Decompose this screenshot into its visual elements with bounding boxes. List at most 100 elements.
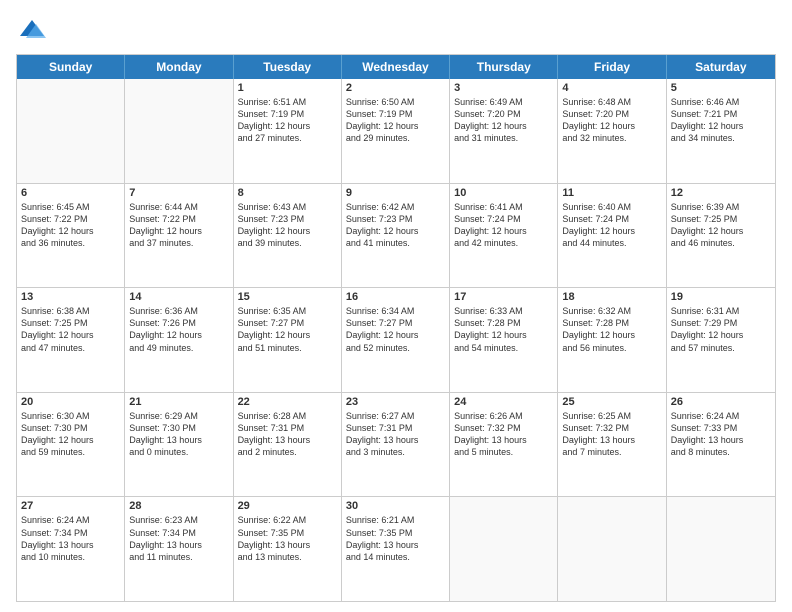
calendar-cell: 25Sunrise: 6:25 AMSunset: 7:32 PMDayligh…	[558, 393, 666, 497]
cell-text-line: Daylight: 13 hours	[238, 434, 337, 446]
cell-text-line: Sunrise: 6:42 AM	[346, 201, 445, 213]
calendar-cell	[558, 497, 666, 601]
cell-text-line: Daylight: 12 hours	[21, 329, 120, 341]
page: SundayMondayTuesdayWednesdayThursdayFrid…	[0, 0, 792, 612]
calendar-cell: 16Sunrise: 6:34 AMSunset: 7:27 PMDayligh…	[342, 288, 450, 392]
cell-text-line: Sunrise: 6:50 AM	[346, 96, 445, 108]
cell-text-line: Sunrise: 6:45 AM	[21, 201, 120, 213]
cell-text-line: Sunset: 7:34 PM	[21, 527, 120, 539]
calendar-cell: 24 Sunrise: 6:26 AMSunset: 7:32 PMDayligh…	[450, 393, 558, 497]
day-number: 7	[129, 187, 228, 199]
cell-text-line: and 8 minutes.	[671, 446, 771, 458]
cell-text-line: Sunrise: 6:22 AM	[238, 514, 337, 526]
day-number: 10	[454, 187, 553, 199]
cell-text-line: Daylight: 13 hours	[21, 539, 120, 551]
calendar-cell: 8Sunrise: 6:43 AMSunset: 7:23 PMDaylight…	[234, 184, 342, 288]
day-number: 20	[21, 396, 120, 408]
day-number: 14	[129, 291, 228, 303]
cell-text-line: Sunset: 7:20 PM	[454, 108, 553, 120]
cell-text-line: Sunrise: 6:39 AM	[671, 201, 771, 213]
cell-text-line: Sunset: 7:23 PM	[238, 213, 337, 225]
cell-text-line: Sunrise: 6:26 AM	[454, 410, 553, 422]
cell-text-line: Daylight: 13 hours	[454, 434, 553, 446]
calendar-cell: 3Sunrise: 6:49 AMSunset: 7:20 PMDaylight…	[450, 79, 558, 183]
logo	[16, 16, 46, 44]
cell-text-line: Sunset: 7:23 PM	[346, 213, 445, 225]
day-number: 24	[454, 396, 553, 408]
cell-text-line: Sunrise: 6:34 AM	[346, 305, 445, 317]
cell-text-line: Sunset: 7:34 PM	[129, 527, 228, 539]
cell-text-line: Sunset: 7:19 PM	[238, 108, 337, 120]
cell-text-line: Sunset: 7:28 PM	[562, 317, 661, 329]
cell-text-line: Sunset: 7:35 PM	[238, 527, 337, 539]
cell-text-line: and 0 minutes.	[129, 446, 228, 458]
day-number: 4	[562, 82, 661, 94]
cell-text-line: Daylight: 13 hours	[346, 539, 445, 551]
calendar-cell: 12Sunrise: 6:39 AMSunset: 7:25 PMDayligh…	[667, 184, 775, 288]
cell-text-line: Daylight: 12 hours	[562, 329, 661, 341]
cell-text-line: Sunset: 7:29 PM	[671, 317, 771, 329]
cell-text-line: Sunset: 7:30 PM	[21, 422, 120, 434]
cell-text-line: and 46 minutes.	[671, 237, 771, 249]
calendar-header-monday: Monday	[125, 55, 233, 79]
calendar-cell: 20Sunrise: 6:30 AMSunset: 7:30 PMDayligh…	[17, 393, 125, 497]
calendar-cell: 29Sunrise: 6:22 AMSunset: 7:35 PMDayligh…	[234, 497, 342, 601]
cell-text-line: and 42 minutes.	[454, 237, 553, 249]
day-number: 15	[238, 291, 337, 303]
day-number: 28	[129, 500, 228, 512]
cell-text-line: Sunrise: 6:27 AM	[346, 410, 445, 422]
calendar-cell: 9Sunrise: 6:42 AMSunset: 7:23 PMDaylight…	[342, 184, 450, 288]
cell-text-line: Daylight: 12 hours	[454, 329, 553, 341]
cell-text-line: Daylight: 13 hours	[346, 434, 445, 446]
day-number: 27	[21, 500, 120, 512]
cell-text-line: Sunrise: 6:46 AM	[671, 96, 771, 108]
header	[16, 16, 776, 44]
calendar-row-2: 13Sunrise: 6:38 AMSunset: 7:25 PMDayligh…	[17, 288, 775, 393]
day-number: 16	[346, 291, 445, 303]
day-number: 11	[562, 187, 661, 199]
cell-text-line: and 52 minutes.	[346, 342, 445, 354]
calendar-row-4: 27Sunrise: 6:24 AMSunset: 7:34 PMDayligh…	[17, 497, 775, 601]
day-number: 5	[671, 82, 771, 94]
cell-text-line: Sunset: 7:24 PM	[454, 213, 553, 225]
cell-text-line: and 51 minutes.	[238, 342, 337, 354]
day-number: 1	[238, 82, 337, 94]
cell-text-line: and 39 minutes.	[238, 237, 337, 249]
cell-text-line: and 34 minutes.	[671, 132, 771, 144]
cell-text-line: Sunset: 7:28 PM	[454, 317, 553, 329]
calendar-row-1: 6Sunrise: 6:45 AMSunset: 7:22 PMDaylight…	[17, 184, 775, 289]
calendar-cell: 18Sunrise: 6:32 AMSunset: 7:28 PMDayligh…	[558, 288, 666, 392]
calendar-cell: 23Sunrise: 6:27 AMSunset: 7:31 PMDayligh…	[342, 393, 450, 497]
cell-text-line: Daylight: 12 hours	[671, 225, 771, 237]
calendar-cell: 7Sunrise: 6:44 AMSunset: 7:22 PMDaylight…	[125, 184, 233, 288]
cell-text-line: Sunrise: 6:35 AM	[238, 305, 337, 317]
cell-text-line: Daylight: 12 hours	[129, 225, 228, 237]
cell-text-line: Sunrise: 6:24 AM	[671, 410, 771, 422]
day-number: 18	[562, 291, 661, 303]
cell-text-line: Sunset: 7:30 PM	[129, 422, 228, 434]
cell-text-line: Sunset: 7:32 PM	[454, 422, 553, 434]
cell-text-line: Daylight: 12 hours	[238, 120, 337, 132]
cell-text-line: and 2 minutes.	[238, 446, 337, 458]
cell-text-line: Sunrise: 6:44 AM	[129, 201, 228, 213]
cell-text-line: Sunset: 7:26 PM	[129, 317, 228, 329]
day-number: 13	[21, 291, 120, 303]
cell-text-line: Sunrise: 6:43 AM	[238, 201, 337, 213]
cell-text-line: Sunset: 7:21 PM	[671, 108, 771, 120]
cell-text-line: and 54 minutes.	[454, 342, 553, 354]
calendar-body: 1Sunrise: 6:51 AMSunset: 7:19 PMDaylight…	[17, 79, 775, 601]
cell-text-line: Daylight: 12 hours	[454, 120, 553, 132]
cell-text-line: Sunrise: 6:25 AM	[562, 410, 661, 422]
cell-text-line: Sunrise: 6:21 AM	[346, 514, 445, 526]
cell-text-line: Sunset: 7:32 PM	[562, 422, 661, 434]
cell-text-line: Sunset: 7:20 PM	[562, 108, 661, 120]
calendar-cell: 6Sunrise: 6:45 AMSunset: 7:22 PMDaylight…	[17, 184, 125, 288]
cell-text-line: and 3 minutes.	[346, 446, 445, 458]
cell-text-line: and 13 minutes.	[238, 551, 337, 563]
calendar: SundayMondayTuesdayWednesdayThursdayFrid…	[16, 54, 776, 602]
cell-text-line: Sunrise: 6:28 AM	[238, 410, 337, 422]
day-number: 6	[21, 187, 120, 199]
calendar-cell: 13Sunrise: 6:38 AMSunset: 7:25 PMDayligh…	[17, 288, 125, 392]
cell-text-line: Daylight: 13 hours	[129, 434, 228, 446]
cell-text-line: and 11 minutes.	[129, 551, 228, 563]
